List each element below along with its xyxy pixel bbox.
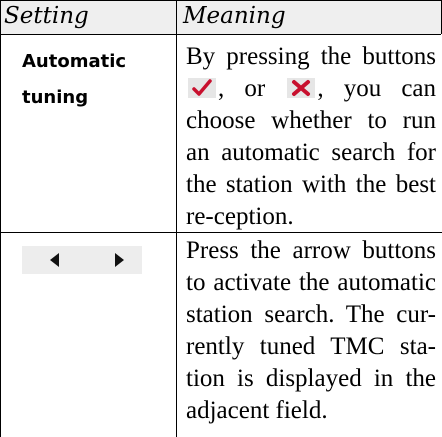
meaning-text-or: or [244, 75, 266, 102]
arrow-buttons [22, 246, 142, 274]
table-border-left [0, 0, 1, 437]
check-button[interactable] [188, 78, 216, 98]
cross-button[interactable] [287, 78, 316, 98]
meaning-text-before: By pressing the buttons [186, 43, 436, 70]
meaning-text-after: you can choose whether to run an automat… [186, 75, 437, 230]
table-border-top [0, 0, 442, 1]
arrow-left-icon[interactable] [44, 250, 66, 270]
table-header: Setting Meaning [0, 0, 441, 35]
check-icon [192, 79, 212, 96]
settings-table: Setting Meaning Automatic tuning By pres… [0, 0, 442, 437]
arrow-right-icon[interactable] [108, 250, 130, 270]
setting-automatic-tuning: Automatic tuning [22, 51, 127, 108]
cross-icon [292, 80, 311, 96]
column-divider [176, 0, 177, 437]
header-setting: Setting [4, 3, 89, 29]
meaning-arrow-buttons: Press the arrow buttons to activate the … [186, 237, 436, 424]
meaning-automatic-tuning: By pressing the buttons , or , you can c… [186, 43, 437, 230]
header-meaning: Meaning [183, 3, 286, 29]
